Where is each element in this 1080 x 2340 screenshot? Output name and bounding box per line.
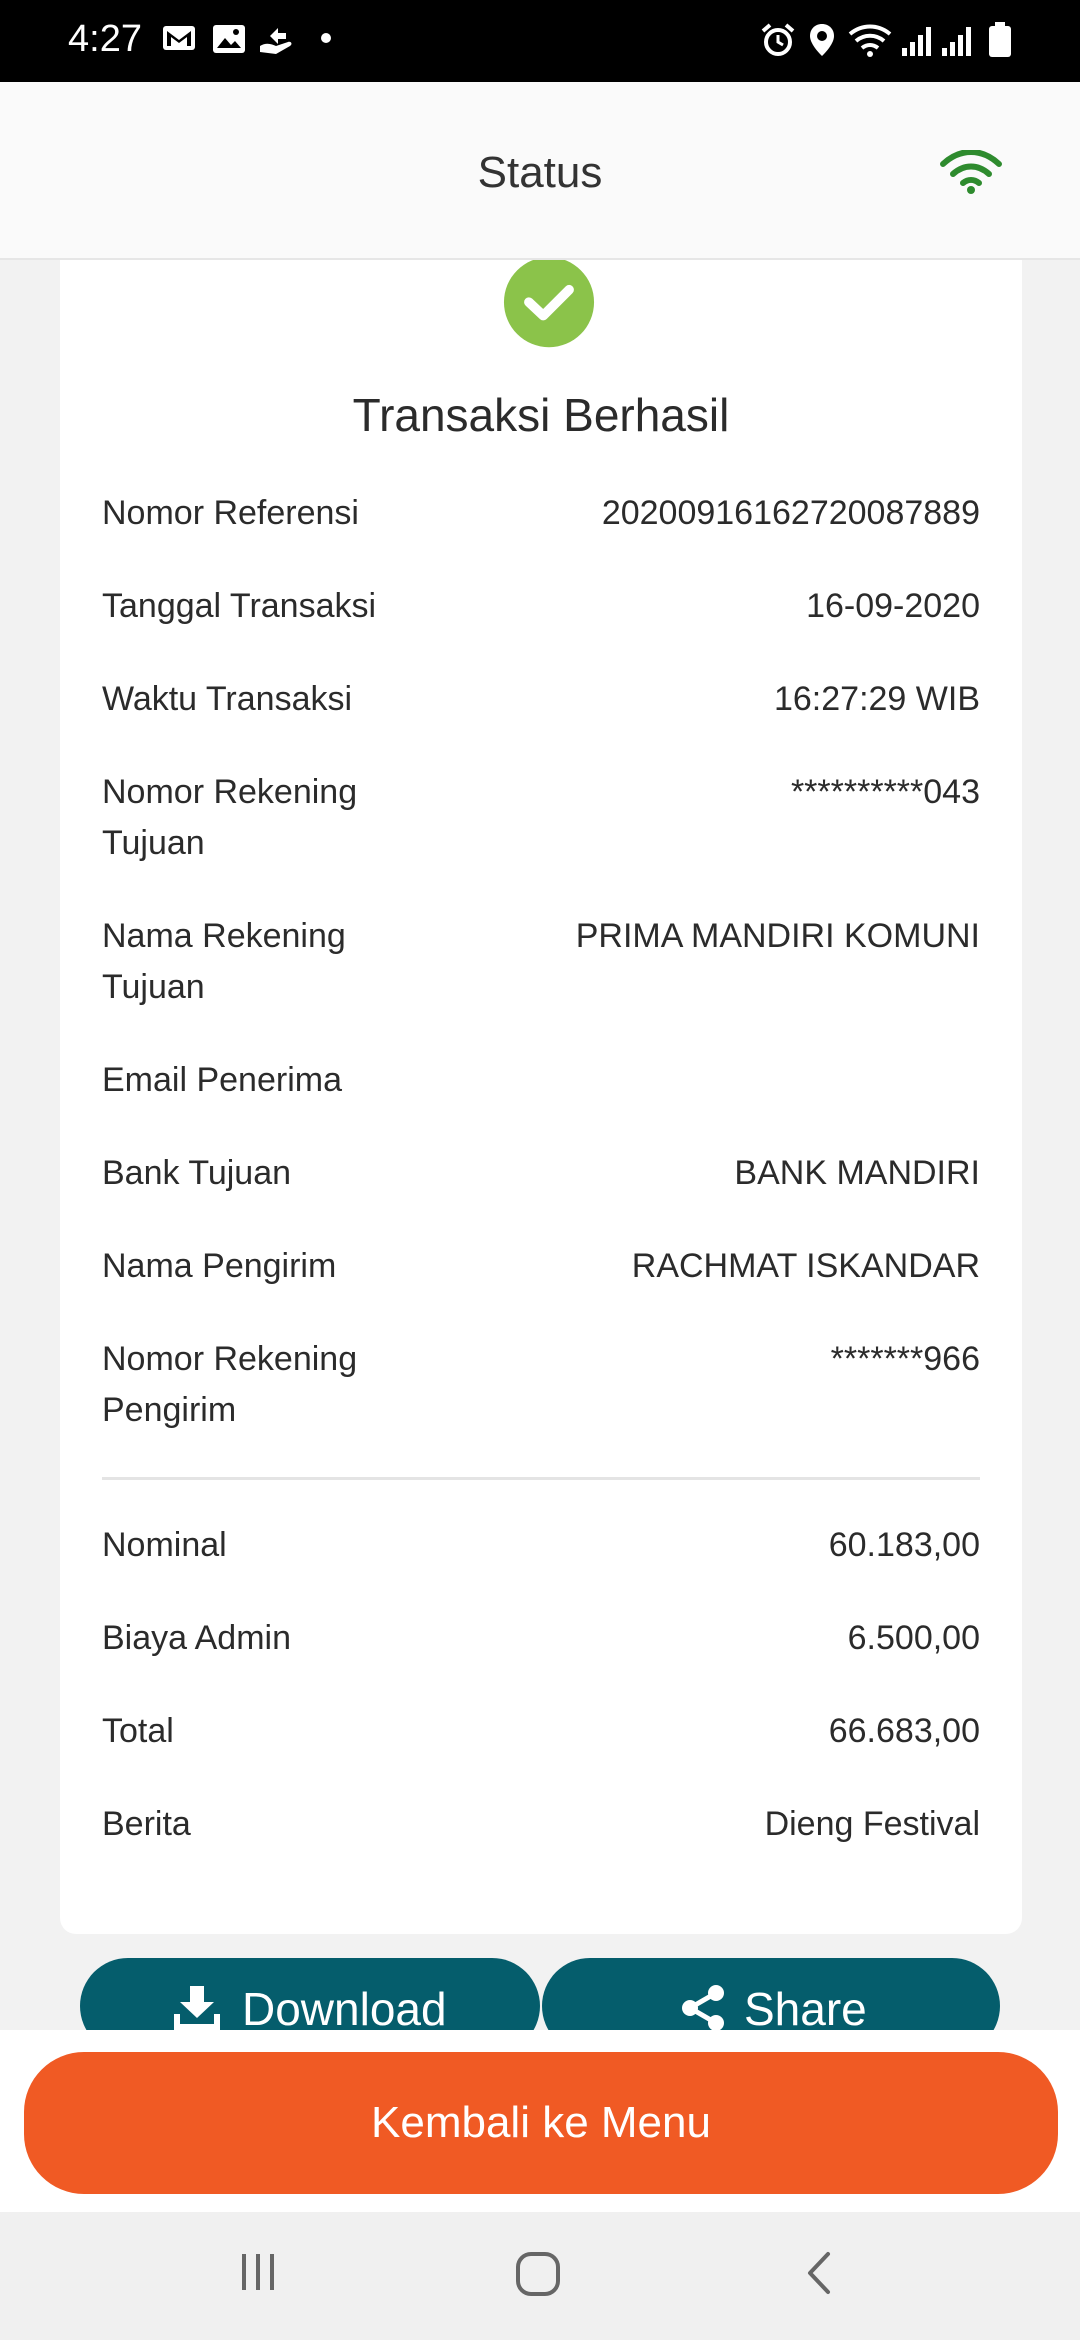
amount-value: 66.683,00 [828,1712,980,1750]
amount-value: 6.500,00 [847,1619,980,1657]
detail-label: Bank Tujuan [102,1154,292,1192]
amount-value: 60.183,00 [828,1526,980,1564]
detail-value: **********043 [790,773,980,811]
share-button[interactable]: Share [542,1958,1000,2030]
home-icon[interactable] [514,2250,562,2298]
status-time: 4:27 [68,18,142,60]
image-icon [213,25,245,53]
battery-icon [989,22,1011,57]
detail-label: Nama Rekening Tujuan [102,917,346,1006]
signal-icon [942,27,971,56]
amount-label: Berita [102,1805,191,1843]
detail-value: 16:27:29 WIB [773,680,980,718]
transaction-status-title: Transaksi Berhasil [352,389,730,441]
amount-label: Nominal [102,1526,227,1564]
location-icon [810,24,834,56]
detail-label: Nomor Rekening Pengirim [102,1340,358,1429]
app-header: Status [0,82,1080,260]
detail-label: Email Penerima [102,1061,342,1099]
gmail-icon [163,26,195,50]
recent-apps-icon[interactable] [236,2250,280,2294]
detail-label: Nama Pengirim [102,1247,337,1285]
amount-label: Biaya Admin [102,1619,291,1657]
status-bar: 4:27 [0,0,1080,82]
share-label: Share [744,1983,867,2030]
receipt-scroll-area[interactable]: Transaksi Berhasil Nomor Referensi 20200… [0,260,1080,2030]
share-icon [682,1985,724,2030]
dot-icon [321,33,331,43]
download-label: Download [242,1983,447,2030]
detail-value: *******966 [830,1340,980,1378]
divider [102,1477,980,1480]
system-navigation-bar [0,2212,1080,2340]
detail-label: Waktu Transaksi [102,680,353,718]
bottom-action-area: Kembali ke Menu [0,2030,1080,2212]
wifi-icon [940,150,1002,194]
detail-label: Tanggal Transaksi [102,587,377,625]
amount-label: Total [102,1712,174,1750]
signal-icon [902,27,931,56]
back-to-menu-button[interactable]: Kembali ke Menu [24,2052,1058,2194]
detail-label: Nomor Referensi [102,494,359,532]
detail-label: Nomor Rekening Tujuan [102,773,358,862]
download-icon [174,1986,220,2030]
amount-value: Dieng Festival [764,1805,980,1843]
app-notification-icon [260,28,292,54]
detail-value: BANK MANDIRI [734,1154,980,1192]
alarm-icon [761,23,795,56]
page-title: Status [477,148,603,197]
detail-value: RACHMAT ISKANDAR [631,1247,980,1285]
detail-value: 20200916162720087889 [601,494,980,532]
receipt-card: Transaksi Berhasil Nomor Referensi 20200… [60,260,1022,1934]
detail-value: PRIMA MANDIRI KOMUNI [575,917,980,955]
detail-value: 16-09-2020 [806,587,980,625]
download-button[interactable]: Download [80,1958,540,2030]
wifi-icon [848,24,892,57]
back-icon[interactable] [802,2250,838,2296]
check-circle-icon [503,260,595,348]
